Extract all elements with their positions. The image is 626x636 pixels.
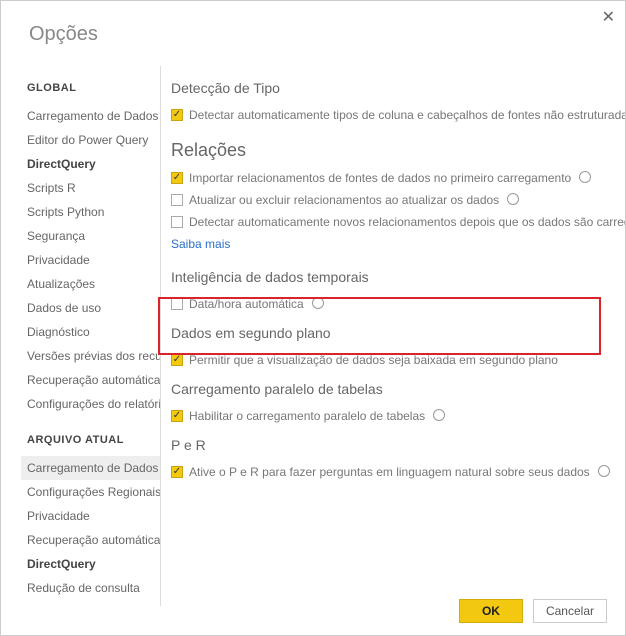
opt-permitir-baixada-bg[interactable]: ✓ Permitir que a visualização de dados s…	[171, 349, 625, 371]
help-icon[interactable]	[507, 193, 519, 205]
sidebar-item-atualizacoes[interactable]: Atualizações	[27, 272, 160, 296]
opt-atualizar-relacionamentos[interactable]: Atualizar ou excluir relacionamentos ao …	[171, 189, 625, 211]
opt-datahora-auto[interactable]: Data/hora automática	[171, 293, 625, 315]
close-icon[interactable]: ✕	[602, 7, 615, 27]
opt-label: Detectar automaticamente tipos de coluna…	[189, 108, 625, 122]
sidebar-item-diagnostico[interactable]: Diagnóstico	[27, 320, 160, 344]
options-dialog: ✕ Opções GLOBAL Carregamento de Dados Ed…	[0, 0, 626, 636]
ok-button[interactable]: OK	[459, 599, 523, 623]
section-dados-segundo-plano: Dados em segundo plano	[171, 325, 625, 341]
opt-label: Detectar automaticamente novos relaciona…	[189, 215, 625, 229]
link-saiba-mais[interactable]: Saiba mais	[171, 233, 625, 259]
main-panel: Detecção de Tipo ✓ Detectar automaticame…	[161, 66, 625, 606]
sidebar-item-carregamento[interactable]: Carregamento de Dados	[27, 104, 160, 128]
opt-label: Importar relacionamentos de fontes de da…	[189, 171, 571, 185]
sidebar: GLOBAL Carregamento de Dados Editor do P…	[1, 66, 161, 606]
dialog-title: Opções	[1, 1, 625, 46]
sidebar-item-arq-config-relatorio[interactable]: Configurações do relatório	[27, 600, 160, 606]
help-icon[interactable]	[312, 297, 324, 309]
opt-label: Atualizar ou excluir relacionamentos ao …	[189, 193, 499, 207]
section-per: P e R	[171, 437, 625, 453]
opt-detectar-tipos[interactable]: ✓ Detectar automaticamente tipos de colu…	[171, 104, 625, 126]
sidebar-item-scripts-python[interactable]: Scripts Python	[27, 200, 160, 224]
cancel-button[interactable]: Cancelar	[533, 599, 607, 623]
help-icon[interactable]	[579, 171, 591, 183]
sidebar-item-scripts-r[interactable]: Scripts R	[27, 176, 160, 200]
checkbox-icon[interactable]: ✓	[171, 466, 183, 478]
sidebar-item-recuperacao[interactable]: Recuperação automática	[27, 368, 160, 392]
opt-label: Data/hora automática	[189, 297, 304, 311]
section-relacoes: Relações	[171, 140, 625, 161]
sidebar-item-arq-regionais[interactable]: Configurações Regionais	[27, 480, 160, 504]
sidebar-item-seguranca[interactable]: Segurança	[27, 224, 160, 248]
sidebar-header-global: GLOBAL	[27, 82, 160, 94]
dialog-footer: OK Cancelar	[459, 599, 607, 623]
sidebar-item-arq-carregamento[interactable]: Carregamento de Dados	[21, 456, 160, 480]
opt-label: Permitir que a visualização de dados sej…	[189, 353, 558, 367]
sidebar-item-config-relatorio[interactable]: Configurações do relatório	[27, 392, 160, 416]
opt-importar-relacionamentos[interactable]: ✓ Importar relacionamentos de fontes de …	[171, 167, 625, 189]
sidebar-item-previas[interactable]: Versões prévias dos recursos	[27, 344, 160, 368]
sidebar-item-arq-privacidade[interactable]: Privacidade	[27, 504, 160, 528]
opt-ativar-per[interactable]: ✓ Ative o P e R para fazer perguntas em …	[171, 461, 625, 483]
opt-label: Ative o P e R para fazer perguntas em li…	[189, 465, 590, 479]
sidebar-item-directquery[interactable]: DirectQuery	[27, 152, 160, 176]
sidebar-item-arq-recuperacao[interactable]: Recuperação automática	[27, 528, 160, 552]
opt-habilitar-paralelo[interactable]: ✓ Habilitar o carregamento paralelo de t…	[171, 405, 625, 427]
opt-label: Habilitar o carregamento paralelo de tab…	[189, 409, 425, 423]
checkbox-icon[interactable]	[171, 216, 183, 228]
section-carregamento-paralelo: Carregamento paralelo de tabelas	[171, 381, 625, 397]
checkbox-icon[interactable]: ✓	[171, 354, 183, 366]
checkbox-icon[interactable]	[171, 194, 183, 206]
sidebar-header-arquivo: ARQUIVO ATUAL	[27, 434, 160, 446]
dialog-content: GLOBAL Carregamento de Dados Editor do P…	[1, 66, 625, 606]
section-deteccao-tipo: Detecção de Tipo	[171, 80, 625, 96]
section-inteligencia-temporais: Inteligência de dados temporais	[171, 269, 625, 285]
checkbox-icon[interactable]: ✓	[171, 410, 183, 422]
help-icon[interactable]	[598, 465, 610, 477]
checkbox-icon[interactable]	[171, 298, 183, 310]
sidebar-item-privacidade[interactable]: Privacidade	[27, 248, 160, 272]
sidebar-item-arq-directquery[interactable]: DirectQuery	[27, 552, 160, 576]
help-icon[interactable]	[433, 409, 445, 421]
checkbox-icon[interactable]: ✓	[171, 109, 183, 121]
checkbox-icon[interactable]: ✓	[171, 172, 183, 184]
sidebar-item-dados-uso[interactable]: Dados de uso	[27, 296, 160, 320]
sidebar-item-arq-reducao[interactable]: Redução de consulta	[27, 576, 160, 600]
opt-detectar-relacionamentos[interactable]: Detectar automaticamente novos relaciona…	[171, 211, 625, 233]
sidebar-item-editor-pq[interactable]: Editor do Power Query	[27, 128, 160, 152]
